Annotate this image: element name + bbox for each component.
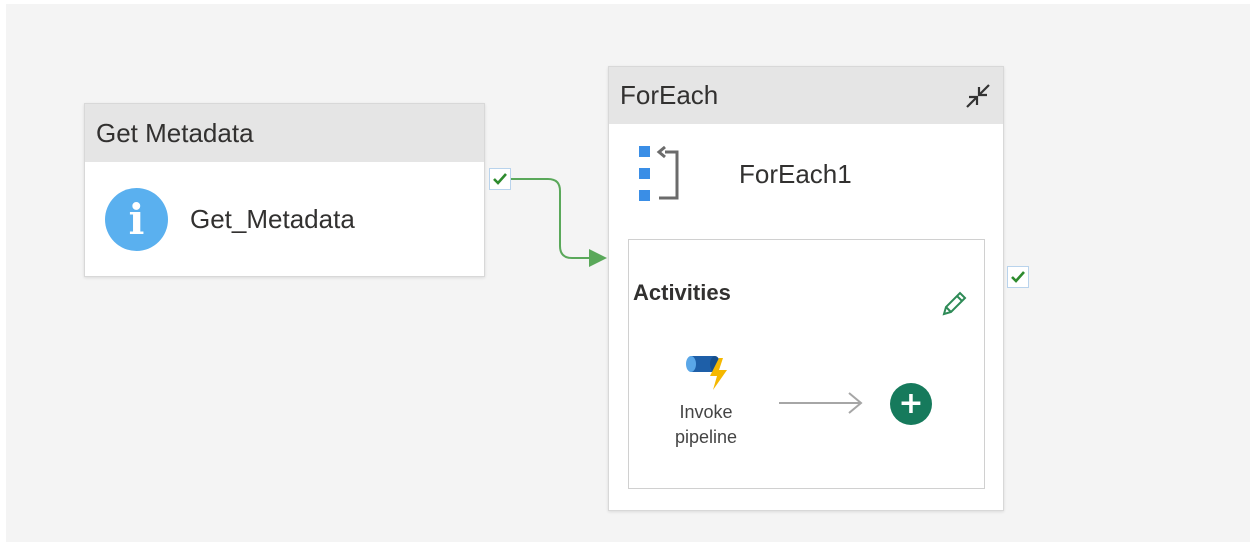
info-icon: i [105, 187, 168, 251]
invoke-pipeline-icon[interactable] [683, 348, 731, 394]
foreach-name: ForEach1 [739, 158, 852, 189]
get-metadata-name: Get_Metadata [190, 203, 355, 234]
foreach-header: ForEach [609, 67, 1003, 124]
invoke-pipeline-label-line1: Invoke [679, 402, 733, 422]
invoke-pipeline-label-line2: pipeline [674, 427, 738, 447]
get-metadata-header: Get Metadata [85, 104, 484, 162]
get-metadata-body: i Get_Metadata [85, 162, 484, 276]
foreach-activity[interactable]: ForEach ForEach1 Activities Invoke pipel… [608, 66, 1004, 511]
foreach-success-check-icon[interactable] [1007, 266, 1029, 288]
get-metadata-success-check-icon[interactable] [489, 168, 511, 190]
activities-container[interactable]: Activities Invoke pipeline + [628, 239, 985, 489]
invoke-pipeline-label[interactable]: Invoke pipeline [657, 400, 755, 450]
foreach-icon [639, 146, 679, 201]
foreach-header-title: ForEach [620, 80, 719, 110]
pencil-icon[interactable] [938, 288, 970, 320]
collapse-icon[interactable] [961, 79, 995, 113]
foreach-title-row: ForEach1 [609, 124, 1003, 224]
activities-label: Activities [633, 280, 731, 305]
arrow-right-icon [779, 392, 863, 414]
get-metadata-activity[interactable]: Get Metadata i Get_Metadata [84, 103, 485, 277]
add-activity-button[interactable]: + [890, 383, 932, 425]
